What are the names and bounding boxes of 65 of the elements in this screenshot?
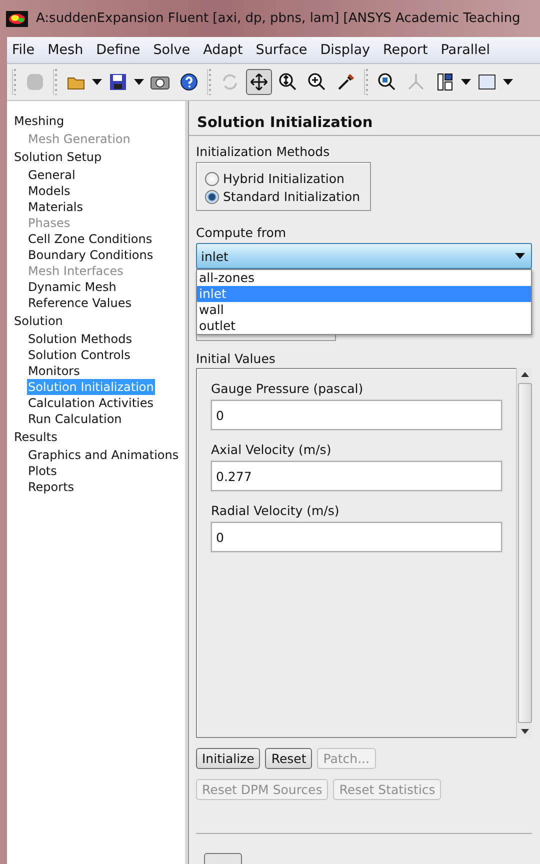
rounded-square-icon	[25, 72, 45, 92]
input-field[interactable]: 0	[211, 522, 502, 552]
input-field[interactable]: 0.277	[211, 461, 502, 491]
menu-item[interactable]: Solve	[148, 42, 198, 58]
tree-item[interactable]: Cell Zone Conditions	[27, 231, 154, 247]
menu-item[interactable]: Surface	[250, 42, 316, 58]
field-label: Compute from	[196, 225, 288, 240]
tree-item[interactable]: Monitors	[27, 363, 81, 379]
move-icon[interactable]	[249, 72, 269, 92]
zoom-icon[interactable]	[278, 72, 298, 92]
tree-item[interactable]: Graphics and Animations	[27, 447, 180, 463]
tree-item[interactable]: Dynamic Mesh	[27, 279, 118, 295]
layout-icon[interactable]	[435, 72, 455, 92]
menu-item[interactable]: Define	[91, 42, 148, 58]
menu-item[interactable]: Report	[378, 42, 436, 58]
scroll-up-arrow-icon[interactable]	[520, 372, 528, 377]
dropdown-option[interactable]: outlet	[197, 318, 531, 334]
menu-item[interactable]: Parallel	[436, 42, 498, 58]
dropdown-caret-icon	[515, 253, 525, 259]
scroll-down-arrow-icon[interactable]	[520, 729, 528, 734]
field-label: Axial Velocity (m/s)	[211, 442, 332, 457]
menu-item[interactable]: Mesh	[42, 42, 92, 58]
tree-item[interactable]: Calculation Activities	[27, 395, 155, 411]
input-field[interactable]: 0	[211, 400, 502, 430]
tree-item[interactable]: Solution Methods	[27, 331, 133, 347]
dropdown[interactable]: inlet	[196, 243, 532, 269]
radio-button[interactable]	[205, 172, 219, 186]
tree-item[interactable]: Run Calculation	[27, 411, 123, 427]
tree-group-label[interactable]: Solution	[7, 311, 185, 331]
menu-item[interactable]: Display	[315, 42, 378, 58]
zoom-in-icon[interactable]	[307, 72, 327, 92]
app-logo-icon	[6, 10, 28, 26]
save-icon[interactable]	[108, 72, 128, 92]
tree-item[interactable]: General	[27, 167, 76, 183]
radio-option[interactable]: Standard Initialization	[205, 189, 360, 204]
window-icon[interactable]	[477, 72, 497, 92]
eyedropper-icon[interactable]	[336, 72, 356, 92]
radio-option[interactable]: Hybrid Initialization	[205, 171, 360, 186]
tree-item[interactable]: Boundary Conditions	[27, 247, 154, 263]
window-title: A:suddenExpansion Fluent [axi, dp, pbns, lam] [ANSYS Academic Teaching	[36, 11, 520, 26]
group-label: Initial Values	[196, 351, 276, 366]
button[interactable]: Initialize	[196, 748, 260, 769]
help-icon[interactable]	[179, 72, 199, 92]
panel-title: Solution Initialization	[189, 101, 540, 136]
tree-group-label[interactable]: Meshing	[7, 111, 185, 131]
tree-group-label[interactable]: Solution Setup	[7, 147, 185, 167]
group-label: Initialization Methods	[196, 144, 331, 159]
tree-item[interactable]: Materials	[27, 199, 84, 215]
dropdown-option[interactable]: wall	[197, 302, 531, 318]
field-label: Radial Velocity (m/s)	[211, 503, 340, 518]
tree-item[interactable]: Plots	[27, 463, 58, 479]
radio-button[interactable]	[205, 190, 219, 204]
tree-group-label[interactable]: Results	[7, 427, 185, 447]
button[interactable]: Reset	[265, 748, 312, 769]
field-label: Gauge Pressure (pascal)	[211, 381, 364, 396]
tree-item[interactable]: Reference Values	[27, 295, 132, 311]
menu-item[interactable]: File	[7, 42, 43, 58]
zoom-icon[interactable]	[377, 72, 397, 92]
menu-item[interactable]: Adapt	[198, 42, 251, 58]
cut-off-button[interactable]	[204, 853, 242, 864]
scrollbar[interactable]	[516, 368, 532, 738]
tree-item[interactable]: Reports	[27, 479, 76, 495]
dropdown-option[interactable]: all-zones	[197, 270, 531, 286]
tree-item[interactable]: Models	[27, 183, 72, 199]
tree-item[interactable]: Solution Controls	[27, 347, 132, 363]
